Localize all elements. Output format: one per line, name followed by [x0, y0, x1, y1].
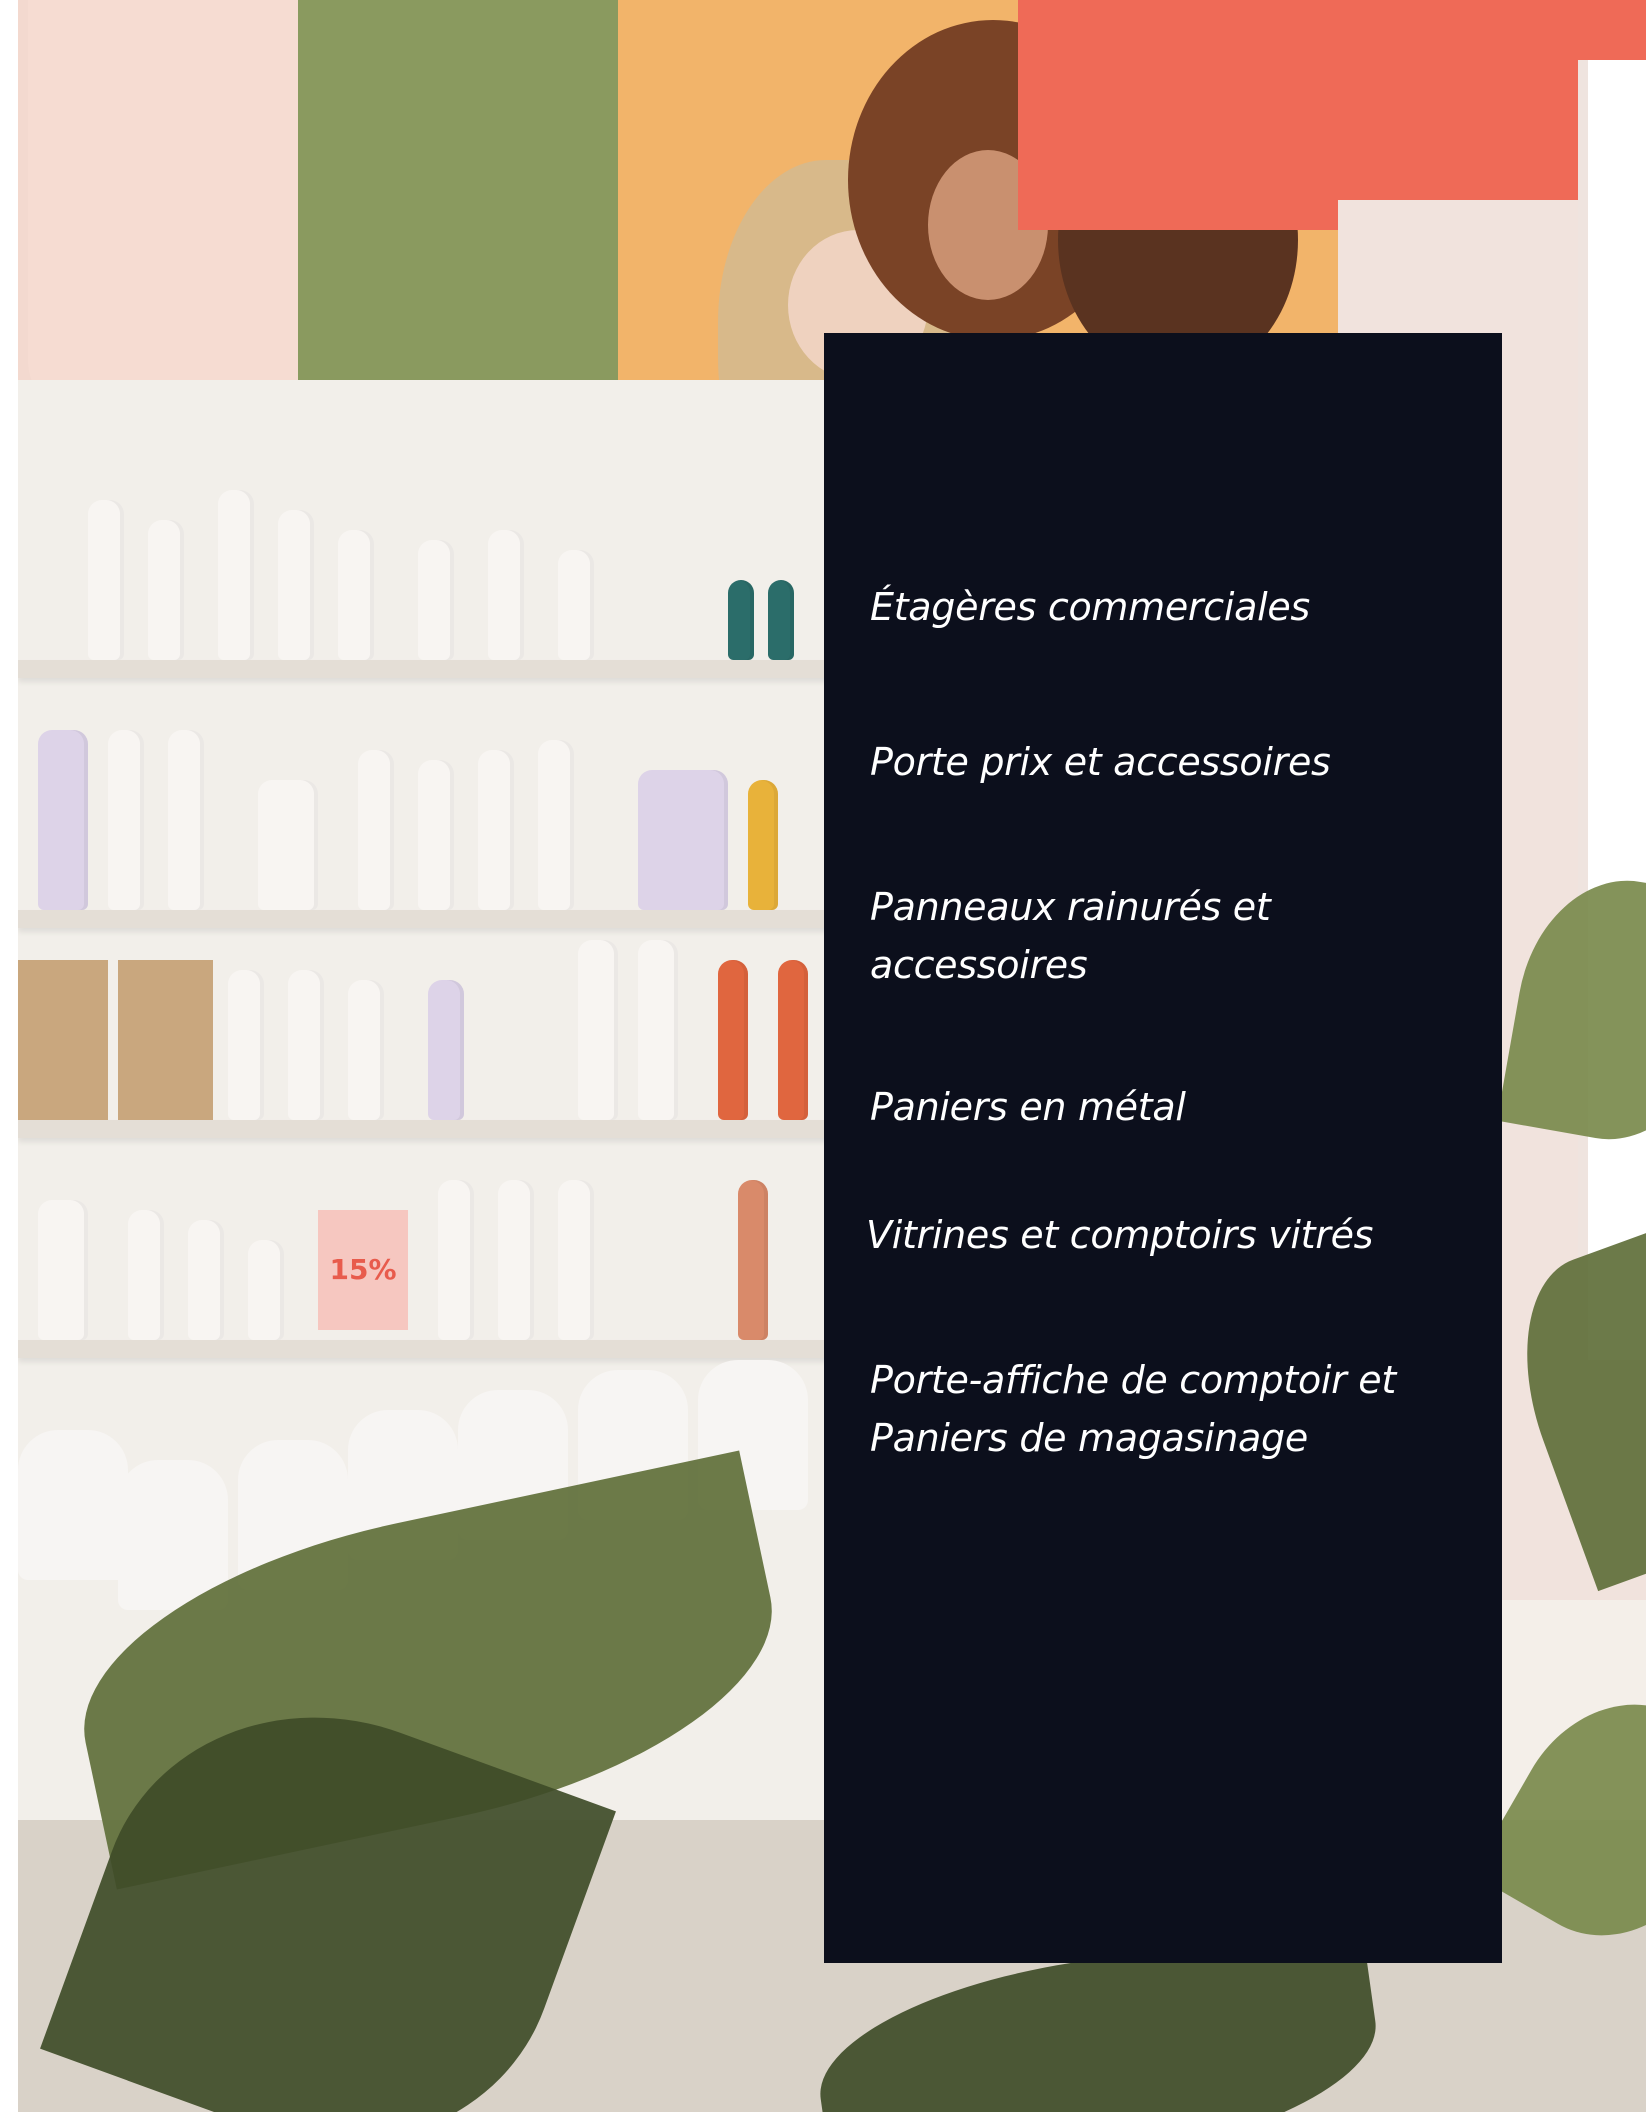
shelf — [18, 910, 838, 928]
page: 15% Étagères commerciales Porte prix et … — [0, 0, 1646, 2112]
product-bottle — [148, 520, 184, 660]
category-item-sign-holders: Porte-affiche de comptoir et Paniers de … — [870, 1358, 1396, 1460]
category-item-showcases: Vitrines et comptoirs vitrés — [866, 1213, 1374, 1257]
product-bottle — [38, 730, 88, 910]
product-bottle — [428, 980, 464, 1120]
shelf — [18, 1340, 838, 1358]
product-bottle — [38, 1200, 88, 1340]
product-bottle — [108, 730, 144, 910]
product-box — [118, 960, 213, 1120]
product-bottle — [728, 580, 754, 660]
product-bottle — [228, 970, 264, 1120]
sale-sign-label: 15% — [329, 1253, 397, 1286]
shelf — [18, 660, 838, 678]
product-bottle — [638, 940, 678, 1120]
product-bottle — [638, 770, 728, 910]
product-bottle — [418, 760, 454, 910]
product-box — [18, 960, 108, 1120]
product-bottle — [768, 580, 794, 660]
category-item-price-holders: Porte prix et accessoires — [870, 740, 1331, 784]
shelf — [18, 1120, 838, 1138]
product-bottle — [718, 960, 748, 1120]
product-bottle — [478, 750, 514, 910]
product-bottle — [438, 1180, 474, 1340]
product-bottle — [558, 550, 594, 660]
poster-person — [28, 0, 328, 420]
product-bottle — [128, 1210, 164, 1340]
product-bottle — [738, 1180, 768, 1340]
product-bottle — [418, 540, 454, 660]
product-bottle — [498, 1180, 534, 1340]
product-bottle — [288, 970, 324, 1120]
sale-sign: 15% — [318, 1210, 408, 1330]
product-bottle — [188, 1220, 224, 1340]
product-bottle — [558, 1180, 594, 1340]
product-bottle — [578, 940, 618, 1120]
product-bottle — [748, 780, 778, 910]
window — [1578, 60, 1646, 1360]
category-item-slatwall: Panneaux rainurés et accessoires — [870, 885, 1271, 987]
product-bottle — [778, 960, 808, 1120]
red-wall — [1018, 0, 1646, 230]
category-item-wire-baskets: Paniers en métal — [870, 1085, 1186, 1129]
product-bottle — [358, 750, 394, 910]
product-bottle — [538, 740, 574, 910]
product-bottle — [88, 500, 124, 660]
product-bottle — [218, 490, 254, 660]
product-bottle — [338, 530, 374, 660]
product-category-panel: Étagères commerciales Porte prix et acce… — [824, 333, 1502, 1963]
product-bottle — [488, 530, 524, 660]
product-bottle — [278, 510, 314, 660]
product-jug — [18, 1430, 128, 1580]
category-item-shelving: Étagères commerciales — [870, 585, 1310, 629]
product-bottle — [248, 1240, 284, 1340]
product-bottle — [348, 980, 384, 1120]
product-bottle — [258, 780, 318, 910]
product-bottle — [168, 730, 204, 910]
